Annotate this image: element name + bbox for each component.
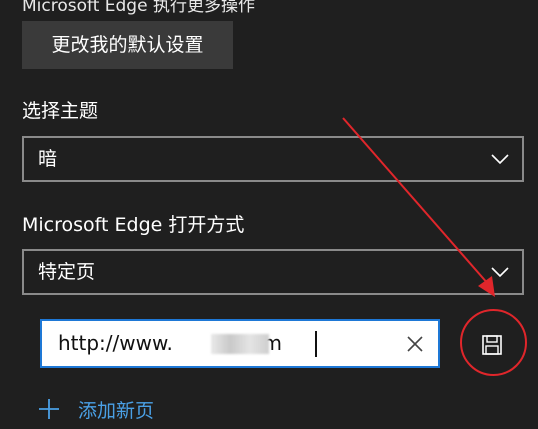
open-with-select-value: 特定页 xyxy=(38,261,96,283)
theme-label: 选择主题 xyxy=(22,100,99,122)
close-icon[interactable] xyxy=(406,335,424,353)
chevron-down-icon xyxy=(491,267,509,278)
annotation-circle xyxy=(460,309,527,376)
add-new-page-label: 添加新页 xyxy=(78,399,155,422)
open-with-label: Microsoft Edge 打开方式 xyxy=(22,214,245,236)
url-input[interactable]: http://www..com xyxy=(40,319,440,368)
change-default-settings-button[interactable]: 更改我的默认设置 xyxy=(22,21,233,69)
blurred-text xyxy=(211,334,269,354)
theme-select-value: 暗 xyxy=(38,148,58,170)
chevron-down-icon xyxy=(491,154,509,165)
plus-icon xyxy=(39,399,59,419)
section-heading: Microsoft Edge 执行更多操作 xyxy=(22,0,255,16)
theme-select[interactable]: 暗 xyxy=(22,136,524,182)
open-with-select[interactable]: 特定页 xyxy=(22,249,524,295)
add-new-page-link[interactable]: 添加新页 xyxy=(38,394,154,424)
text-caret xyxy=(315,331,317,357)
